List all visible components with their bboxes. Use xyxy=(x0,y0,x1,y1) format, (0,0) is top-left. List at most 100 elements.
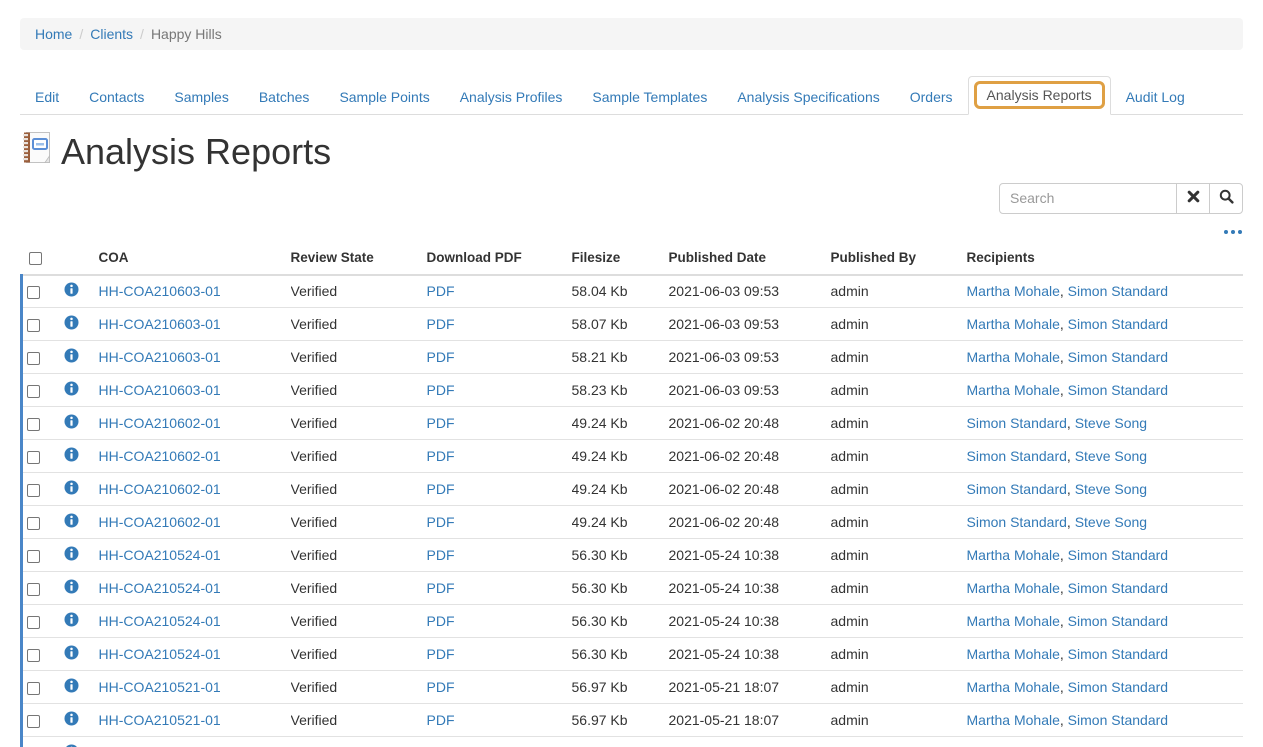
recipient-link[interactable]: Simon Standard xyxy=(1068,712,1168,728)
pdf-download-link[interactable]: PDF xyxy=(427,382,455,398)
coa-link[interactable]: HH-COA210603-01 xyxy=(99,316,221,332)
recipient-link[interactable]: Martha Mohale xyxy=(967,679,1060,695)
recipient-link[interactable]: Martha Mohale xyxy=(967,712,1060,728)
tab-link-sample-points[interactable]: Sample Points xyxy=(324,79,444,115)
recipient-link[interactable]: Steve Song xyxy=(1075,514,1147,530)
pdf-download-link[interactable]: PDF xyxy=(427,448,455,464)
info-icon[interactable] xyxy=(64,480,79,498)
info-icon[interactable] xyxy=(64,579,79,597)
recipient-link[interactable]: Simon Standard xyxy=(1068,283,1168,299)
coa-link[interactable]: HH-COA210603-01 xyxy=(99,283,221,299)
tab-link-orders[interactable]: Orders xyxy=(895,79,968,115)
info-icon[interactable] xyxy=(64,546,79,564)
column-header-published-by[interactable]: Published By xyxy=(831,243,967,275)
recipient-link[interactable]: Simon Standard xyxy=(1068,580,1168,596)
recipient-link[interactable]: Simon Standard xyxy=(1068,349,1168,365)
recipient-link[interactable]: Simon Standard xyxy=(1068,547,1168,563)
coa-link[interactable]: HH-COA210524-01 xyxy=(99,646,221,662)
info-icon[interactable] xyxy=(64,414,79,432)
pdf-download-link[interactable]: PDF xyxy=(427,712,455,728)
info-icon[interactable] xyxy=(64,381,79,399)
pdf-download-link[interactable]: PDF xyxy=(427,349,455,365)
recipient-link[interactable]: Steve Song xyxy=(1075,481,1147,497)
info-icon[interactable] xyxy=(64,282,79,300)
recipient-link[interactable]: Simon Standard xyxy=(967,448,1067,464)
row-checkbox[interactable] xyxy=(27,682,40,695)
info-icon[interactable] xyxy=(64,348,79,366)
recipient-link[interactable]: Steve Song xyxy=(1075,448,1147,464)
recipient-link[interactable]: Simon Standard xyxy=(967,415,1067,431)
pdf-download-link[interactable]: PDF xyxy=(427,547,455,563)
recipient-link[interactable]: Simon Standard xyxy=(1068,613,1168,629)
coa-link[interactable]: HH-COA210521-01 xyxy=(99,712,221,728)
tab-link-analysis-specifications[interactable]: Analysis Specifications xyxy=(722,79,894,115)
recipient-link[interactable]: Martha Mohale xyxy=(967,349,1060,365)
pdf-download-link[interactable]: PDF xyxy=(427,514,455,530)
pdf-download-link[interactable]: PDF xyxy=(427,646,455,662)
tab-link-audit-log[interactable]: Audit Log xyxy=(1111,79,1200,115)
row-checkbox[interactable] xyxy=(27,715,40,728)
breadcrumb-item-home[interactable]: Home xyxy=(35,26,72,42)
recipient-link[interactable]: Martha Mohale xyxy=(967,382,1060,398)
column-header-filesize[interactable]: Filesize xyxy=(572,243,669,275)
pdf-download-link[interactable]: PDF xyxy=(427,283,455,299)
recipient-link[interactable]: Simon Standard xyxy=(1068,316,1168,332)
recipient-link[interactable]: Simon Standard xyxy=(967,514,1067,530)
tab-link-samples[interactable]: Samples xyxy=(159,79,243,115)
recipient-link[interactable]: Simon Standard xyxy=(1068,679,1168,695)
row-checkbox[interactable] xyxy=(27,649,40,662)
recipient-link[interactable]: Simon Standard xyxy=(1068,382,1168,398)
tab-link-contacts[interactable]: Contacts xyxy=(74,79,159,115)
recipient-link[interactable]: Simon Standard xyxy=(967,481,1067,497)
pdf-download-link[interactable]: PDF xyxy=(427,415,455,431)
tab-link-sample-templates[interactable]: Sample Templates xyxy=(577,79,722,115)
row-checkbox[interactable] xyxy=(27,616,40,629)
coa-link[interactable]: HH-COA210521-01 xyxy=(99,679,221,695)
toggle-columns-button[interactable] xyxy=(1223,227,1243,237)
column-header-recipients[interactable]: Recipients xyxy=(967,243,1244,275)
coa-link[interactable]: HH-COA210524-01 xyxy=(99,613,221,629)
tab-link-analysis-profiles[interactable]: Analysis Profiles xyxy=(445,79,578,115)
coa-link[interactable]: HH-COA210602-01 xyxy=(99,481,221,497)
breadcrumb-item-clients[interactable]: Clients xyxy=(90,26,133,42)
tab-link-edit[interactable]: Edit xyxy=(20,79,74,115)
column-header-coa[interactable]: COA xyxy=(99,243,291,275)
recipient-link[interactable]: Simon Standard xyxy=(1068,646,1168,662)
info-icon[interactable] xyxy=(64,711,79,729)
info-icon[interactable] xyxy=(64,447,79,465)
row-checkbox[interactable] xyxy=(27,385,40,398)
coa-link[interactable]: HH-COA210603-01 xyxy=(99,382,221,398)
row-checkbox[interactable] xyxy=(27,484,40,497)
recipient-link[interactable]: Martha Mohale xyxy=(967,316,1060,332)
info-icon[interactable] xyxy=(64,315,79,333)
coa-link[interactable]: HH-COA210602-01 xyxy=(99,448,221,464)
row-checkbox[interactable] xyxy=(27,451,40,464)
recipient-link[interactable]: Martha Mohale xyxy=(967,547,1060,563)
row-checkbox[interactable] xyxy=(27,352,40,365)
recipient-link[interactable]: Martha Mohale xyxy=(967,580,1060,596)
row-checkbox[interactable] xyxy=(27,550,40,563)
recipient-link[interactable]: Martha Mohale xyxy=(967,613,1060,629)
column-header-review-state[interactable]: Review State xyxy=(291,243,427,275)
row-checkbox[interactable] xyxy=(27,418,40,431)
pdf-download-link[interactable]: PDF xyxy=(427,613,455,629)
info-icon[interactable] xyxy=(64,678,79,696)
pdf-download-link[interactable]: PDF xyxy=(427,481,455,497)
coa-link[interactable]: HH-COA210602-01 xyxy=(99,514,221,530)
tab-link-analysis-reports[interactable]: Analysis Reports xyxy=(969,77,1110,114)
coa-link[interactable]: HH-COA210602-01 xyxy=(99,415,221,431)
pdf-download-link[interactable]: PDF xyxy=(427,679,455,695)
recipient-link[interactable]: Martha Mohale xyxy=(967,646,1060,662)
info-icon[interactable] xyxy=(64,612,79,630)
coa-link[interactable]: HH-COA210603-01 xyxy=(99,349,221,365)
clear-search-button[interactable] xyxy=(1176,183,1210,214)
coa-link[interactable]: HH-COA210524-01 xyxy=(99,547,221,563)
info-icon[interactable] xyxy=(64,645,79,663)
search-button[interactable] xyxy=(1209,183,1243,214)
column-header-download-pdf[interactable]: Download PDF xyxy=(427,243,572,275)
recipient-link[interactable]: Steve Song xyxy=(1075,415,1147,431)
search-input[interactable] xyxy=(999,183,1177,214)
recipient-link[interactable]: Martha Mohale xyxy=(967,283,1060,299)
select-all-checkbox[interactable] xyxy=(29,252,42,265)
coa-link[interactable]: HH-COA210524-01 xyxy=(99,580,221,596)
